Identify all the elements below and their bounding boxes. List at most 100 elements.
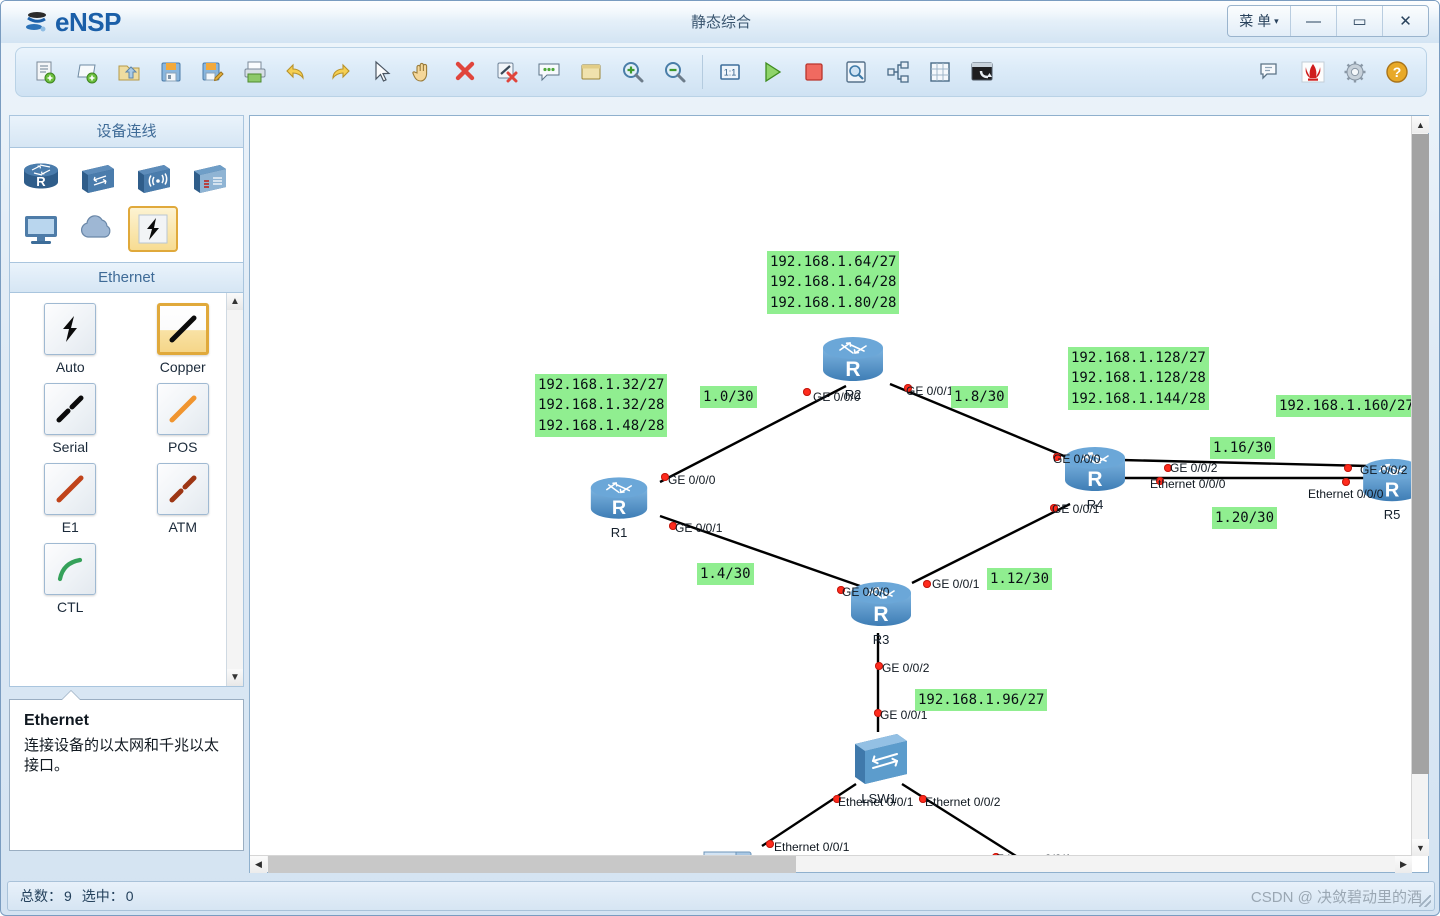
scroll-left-icon[interactable]: ◀: [250, 856, 267, 873]
huawei-logo-icon[interactable]: [1292, 51, 1334, 93]
link-pos[interactable]: POS: [127, 383, 240, 455]
net-link-1-16: 1.16/30: [1210, 437, 1276, 460]
canvas-vertical-scrollbar[interactable]: ▲ ▼: [1411, 116, 1429, 856]
new-device-icon[interactable]: [66, 51, 108, 93]
link-pos-icon: [156, 383, 209, 435]
device-panel-title: 设备连线: [9, 115, 244, 147]
device-terminal[interactable]: [16, 206, 66, 252]
net-link-1-20: 1.20/30: [1212, 507, 1278, 530]
stop-all-icon[interactable]: [793, 51, 835, 93]
device-router[interactable]: R: [16, 156, 66, 202]
device-firewall[interactable]: [184, 156, 234, 202]
edge-r4-r5-top[interactable]: [1121, 458, 1369, 468]
message-icon[interactable]: [1250, 51, 1292, 93]
hand-icon[interactable]: [402, 51, 444, 93]
svg-text:R: R: [36, 174, 46, 189]
scroll-track[interactable]: [227, 310, 243, 669]
grid-icon[interactable]: [919, 51, 961, 93]
net-r5-block: 192.168.1.160/27: [1276, 395, 1412, 418]
link-ctl[interactable]: CTL: [14, 543, 127, 615]
link-copper[interactable]: Copper: [127, 303, 240, 375]
scroll-up-icon[interactable]: ▲: [1412, 116, 1429, 133]
link-ctl-icon: [44, 543, 97, 595]
note-icon[interactable]: [528, 51, 570, 93]
toolbar-group-file-edit: [24, 51, 696, 93]
console-icon[interactable]: [961, 51, 1003, 93]
help-icon[interactable]: ?: [1376, 51, 1418, 93]
scroll-right-icon[interactable]: ▶: [1395, 856, 1412, 873]
scroll-up-icon[interactable]: ▲: [227, 293, 243, 310]
net-link-1-4: 1.4/30: [697, 563, 754, 586]
minimize-button[interactable]: —: [1290, 6, 1336, 36]
capture-icon[interactable]: [835, 51, 877, 93]
scroll-down-icon[interactable]: ▼: [1412, 839, 1429, 856]
device-connection[interactable]: [128, 206, 178, 252]
zoom-out-icon[interactable]: [654, 51, 696, 93]
delete-link-icon[interactable]: [486, 51, 528, 93]
device-palette: R: [9, 147, 244, 263]
router-r1[interactable]: R R1: [588, 474, 650, 540]
net-r4-block: 192.168.1.128/27 192.168.1.128/28 192.16…: [1068, 347, 1209, 410]
ensp-application-window: eNSP 静态综合 菜 单 ▾ — ▭ ✕ 1:1 ? 设备连线 R Ether…: [0, 0, 1440, 916]
save-as-icon[interactable]: [192, 51, 234, 93]
open-folder-icon[interactable]: [108, 51, 150, 93]
link-atm[interactable]: ATM: [127, 463, 240, 535]
switch-lsw1[interactable]: LSW1: [847, 730, 911, 806]
maximize-icon: ▭: [1352, 13, 1367, 30]
zoom-in-icon[interactable]: [612, 51, 654, 93]
if-r3-ge001: GE 0/0/1: [932, 577, 980, 591]
new-topology-icon[interactable]: [24, 51, 66, 93]
undo-icon[interactable]: [276, 51, 318, 93]
link-copper-label: Copper: [159, 359, 206, 375]
dot-r5-eth000[interactable]: [1342, 478, 1350, 486]
dot-r2-ge000[interactable]: [803, 388, 811, 396]
link-atm-label: ATM: [168, 519, 197, 535]
window-controls: 菜 单 ▾ — ▭ ✕: [1227, 5, 1429, 37]
reset-zoom-icon[interactable]: 1:1: [709, 51, 751, 93]
redo-icon[interactable]: [318, 51, 360, 93]
device-wlan[interactable]: [128, 156, 178, 202]
link-serial[interactable]: Serial: [14, 383, 127, 455]
dot-pc1-eth001[interactable]: [766, 840, 774, 848]
link-ctl-label: CTL: [57, 599, 84, 615]
menu-button[interactable]: 菜 单 ▾: [1228, 6, 1290, 36]
dot-r5-ge002[interactable]: [1344, 464, 1352, 472]
delete-icon[interactable]: [444, 51, 486, 93]
if-r5-eth000: Ethernet 0/0/0: [1308, 487, 1384, 501]
pointer-icon[interactable]: [360, 51, 402, 93]
scroll-down-icon[interactable]: ▼: [227, 669, 243, 686]
edge-lsw1-pc1[interactable]: [761, 782, 857, 848]
svg-text:R: R: [845, 358, 860, 381]
toolbar-group-right: ?: [1250, 51, 1418, 93]
topology-canvas[interactable]: R R2 R R1 R R4 R R5 R R3 LSW1 GE 0/0/0 G…: [250, 116, 1412, 856]
canvas-horizontal-scrollbar[interactable]: ◀ ▶: [250, 855, 1412, 873]
device-switch[interactable]: [72, 156, 122, 202]
link-auto-label: Auto: [55, 359, 85, 375]
close-button[interactable]: ✕: [1382, 6, 1428, 36]
toolbar-group-simulation: 1:1: [709, 51, 1003, 93]
svg-text:R: R: [1087, 468, 1102, 491]
link-palette-scrollbar[interactable]: ▲ ▼: [226, 293, 243, 686]
start-all-icon[interactable]: [751, 51, 793, 93]
link-serial-label: Serial: [52, 439, 89, 455]
save-icon[interactable]: [150, 51, 192, 93]
link-auto[interactable]: Auto: [14, 303, 127, 375]
resize-grip-icon[interactable]: [1419, 895, 1431, 907]
horizontal-scroll-thumb[interactable]: [268, 856, 796, 873]
rect-icon[interactable]: [570, 51, 612, 93]
if-r1-ge001: GE 0/0/1: [675, 521, 723, 535]
link-e1[interactable]: E1: [14, 463, 127, 535]
router-r2[interactable]: R R2: [820, 334, 886, 402]
window-title: 静态综合: [690, 14, 751, 31]
net-r1-block: 192.168.1.32/27 192.168.1.32/28 192.168.…: [535, 374, 668, 437]
topology-tree-icon[interactable]: [877, 51, 919, 93]
print-icon[interactable]: [234, 51, 276, 93]
vertical-scroll-thumb[interactable]: [1412, 134, 1429, 774]
maximize-button[interactable]: ▭: [1336, 6, 1382, 36]
link-e1-label: E1: [61, 519, 79, 535]
dot-r3-ge001[interactable]: [923, 580, 931, 588]
settings-gear-icon[interactable]: [1334, 51, 1376, 93]
device-cloud[interactable]: [72, 206, 122, 252]
pc-pc1[interactable]: PC1: [698, 842, 762, 856]
router-r5-label: R5: [1383, 507, 1401, 522]
